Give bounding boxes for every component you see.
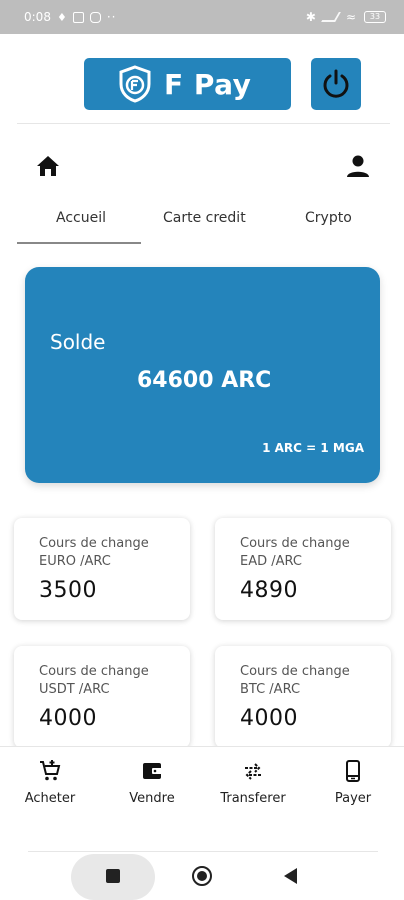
rate-label: Cours de change — [240, 536, 350, 551]
exchange-rate-card-btc: Cours de change BTC /ARC 4000 — [215, 646, 391, 748]
rate-label: Cours de change — [39, 536, 149, 551]
instagram-notification-icon — [89, 11, 101, 23]
rate-value: 4000 — [240, 706, 298, 731]
status-time: 0:08 — [24, 10, 51, 24]
wifi-icon: ≈ — [345, 10, 356, 24]
wallet-icon — [143, 763, 162, 779]
tab-carte-credit[interactable]: Carte credit — [163, 210, 246, 226]
balance-label: Solde — [50, 330, 106, 354]
home-system-icon[interactable] — [192, 866, 212, 886]
exchange-rate-card-usdt: Cours de change USDT /ARC 4000 — [14, 646, 190, 748]
balance-rate: 1 ARC = 1 MGA — [262, 441, 364, 455]
user-profile-icon[interactable] — [344, 152, 372, 180]
exchange-rate-card-ead: Cours de change EAD /ARC 4890 — [215, 518, 391, 620]
app-notification-icon — [72, 11, 84, 23]
home-icon[interactable] — [34, 152, 62, 180]
phone-icon — [346, 760, 360, 782]
exchange-rate-card-euro: Cours de change EURO /ARC 3500 — [14, 518, 190, 620]
rate-pair: EAD /ARC — [240, 554, 302, 569]
power-button[interactable] — [311, 58, 361, 110]
back-icon[interactable] — [284, 868, 297, 884]
shield-logo-icon — [119, 65, 151, 103]
recents-icon[interactable] — [106, 869, 120, 883]
active-tab-indicator — [17, 242, 141, 244]
rate-value: 4890 — [240, 578, 298, 603]
rate-label: Cours de change — [240, 664, 350, 679]
tab-accueil[interactable]: Accueil — [56, 210, 106, 226]
bottom-navigation: Acheter Vendre Transferer Payer — [0, 746, 404, 826]
nav-payer[interactable]: Payer — [308, 747, 398, 806]
signal-icon — [321, 12, 341, 22]
nav-payer-label: Payer — [334, 791, 372, 806]
nav-transferer-label: Transferer — [220, 791, 286, 806]
balance-card: Solde 64600 ARC 1 ARC = 1 MGA — [25, 267, 380, 483]
tab-crypto[interactable]: Crypto — [305, 210, 352, 226]
system-navigation-bar — [0, 852, 404, 900]
bluetooth-icon: ✱ — [305, 10, 316, 24]
twitter-notification-icon: ♦ — [56, 10, 67, 24]
battery-icon: 33 — [364, 11, 386, 23]
rate-value: 3500 — [39, 578, 97, 603]
nav-transferer[interactable]: Transferer — [208, 747, 298, 806]
more-notifications-icon: ·· — [106, 10, 117, 24]
header-divider — [17, 123, 390, 124]
balance-amount: 64600 ARC — [137, 368, 272, 393]
nav-vendre[interactable]: Vendre — [107, 747, 197, 806]
rate-pair: BTC /ARC — [240, 682, 301, 697]
power-icon — [323, 69, 349, 98]
fpay-logo: F Pay — [84, 58, 291, 110]
nav-acheter[interactable]: Acheter — [5, 747, 95, 806]
nav-vendre-label: Vendre — [129, 791, 175, 806]
rate-pair: EURO /ARC — [39, 554, 111, 569]
nav-acheter-label: Acheter — [24, 791, 76, 806]
brand-name: F Pay — [164, 67, 252, 101]
status-bar: 0:08 ♦ ·· ✱ ≈ 33 — [0, 0, 404, 34]
rate-pair: USDT /ARC — [39, 682, 110, 697]
rate-label: Cours de change — [39, 664, 149, 679]
rate-value: 4000 — [39, 706, 97, 731]
cart-plus-icon — [40, 760, 61, 781]
swap-arrows-icon — [245, 763, 261, 780]
